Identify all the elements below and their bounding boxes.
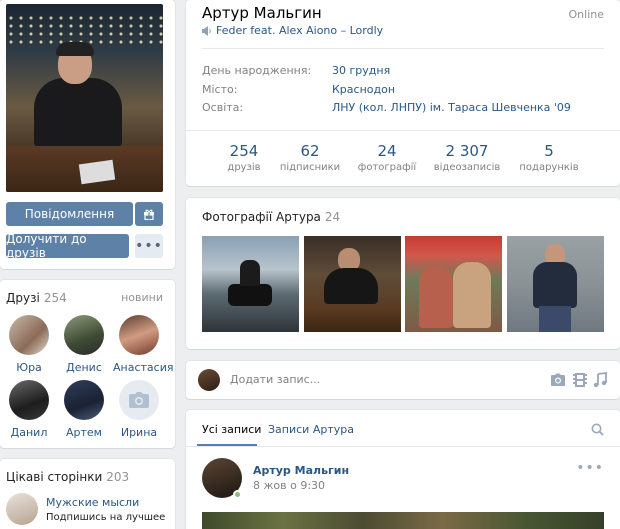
friends-count: 254 <box>43 291 67 305</box>
tab-all-posts[interactable]: Усі записи <box>202 423 261 436</box>
post-image[interactable] <box>202 512 604 529</box>
counter-label: відеозаписів <box>433 162 501 173</box>
interesting-pages-block: Цікаві сторінки 203 Мужские мысли Подпиши… <box>0 459 175 529</box>
page-avatar[interactable] <box>6 493 38 525</box>
photos-count: 24 <box>324 210 341 224</box>
counter-number: 62 <box>300 142 320 160</box>
friend-item[interactable]: Анастасия <box>113 315 174 374</box>
counter-label: підписники <box>279 162 341 173</box>
friends-news-link[interactable]: новини <box>121 291 163 304</box>
counter-label: подарунків <box>519 162 579 173</box>
music-icon[interactable] <box>592 372 608 388</box>
photo-figure-shirt <box>533 262 577 308</box>
counter-gifts[interactable]: 5 подарунків <box>509 142 589 173</box>
counter-label: фотографії <box>357 162 417 173</box>
photo-lights <box>6 14 163 44</box>
gift-icon <box>144 209 154 220</box>
post-composer: Додати запис... <box>186 361 620 399</box>
info-label: Місто: <box>202 83 238 96</box>
post-date[interactable]: 8 жов о 9:30 <box>253 479 325 492</box>
divider <box>186 130 620 131</box>
counter-videos[interactable]: 2 307 відеозаписів <box>427 142 507 173</box>
divider <box>202 48 604 49</box>
new-post-input[interactable]: Додати запис... <box>230 373 320 386</box>
tab-own-posts[interactable]: Записи Артура <box>268 423 354 436</box>
friends-header[interactable]: Друзі 254 <box>6 291 67 305</box>
photo-car <box>228 284 272 306</box>
divider <box>186 446 620 447</box>
info-value[interactable]: 30 грудня <box>332 64 390 77</box>
friend-avatar <box>9 380 49 420</box>
friend-item[interactable]: Денис <box>58 315 110 374</box>
photo-figure-body <box>324 268 378 304</box>
info-label: День народження: <box>202 64 312 77</box>
friend-item[interactable]: Артем <box>58 380 110 439</box>
info-value[interactable]: Краснодон <box>332 83 395 96</box>
photo-thumbnail[interactable] <box>405 236 502 332</box>
friend-item[interactable]: Данил <box>3 380 55 439</box>
photo-thumbnail[interactable] <box>507 236 604 332</box>
friend-name: Данил <box>10 426 48 439</box>
photos-header[interactable]: Фотографії Артура 24 <box>202 210 340 224</box>
camera-icon <box>129 392 149 408</box>
online-indicator <box>233 490 242 499</box>
counter-number: 2 307 <box>445 142 489 160</box>
camera-icon[interactable] <box>550 372 566 388</box>
photo-figure-jeans <box>539 306 571 332</box>
page-subtitle: Подпишись на лучшее <box>46 512 166 523</box>
more-actions-button[interactable]: ••• <box>135 234 163 258</box>
photo-figure-man <box>453 262 491 328</box>
photo-figure <box>240 260 260 286</box>
page-title-link[interactable]: Мужские мысли <box>46 496 139 509</box>
send-message-button[interactable]: Повідомлення <box>6 202 133 226</box>
friend-name: Анастасия <box>113 361 174 374</box>
counter-followers[interactable]: 62 підписники <box>270 142 350 173</box>
counter-number: 5 <box>544 142 554 160</box>
photo-figure-woman <box>419 266 453 328</box>
friend-name: Денис <box>66 361 102 374</box>
friend-avatar <box>9 315 49 355</box>
friend-item[interactable]: Юра <box>3 315 55 374</box>
photo-thumbnail[interactable] <box>304 236 401 332</box>
profile-name: Артур Мальгин <box>202 4 322 22</box>
photo-figure-body <box>34 78 122 148</box>
photo-thumbnail[interactable] <box>202 236 299 332</box>
friend-name: Артем <box>66 426 102 439</box>
friends-title: Друзі <box>6 291 40 305</box>
gift-button[interactable] <box>135 202 163 226</box>
interesting-pages-title: Цікаві сторінки <box>6 470 103 484</box>
friend-avatar <box>119 315 159 355</box>
friends-block: Друзі 254 новини Юра Денис Анастасия Дани… <box>0 280 175 448</box>
friend-name: Ирина <box>120 426 158 439</box>
profile-photo[interactable] <box>6 4 163 192</box>
profile-status[interactable]: Feder feat. Alex Aiono – Lordly <box>202 24 383 37</box>
interesting-pages-header[interactable]: Цікаві сторінки 203 <box>6 470 129 484</box>
profile-info-card: Артур Мальгин Online Feder feat. Alex Ai… <box>186 0 620 186</box>
post-author-name[interactable]: Артур Мальгин <box>253 464 349 477</box>
speaker-icon <box>202 25 211 36</box>
photos-title: Фотографії Артура <box>202 210 321 224</box>
friend-avatar <box>64 315 104 355</box>
search-icon[interactable] <box>591 423 604 436</box>
add-friend-button[interactable]: Долучити до друзів <box>6 232 129 260</box>
photos-block: Фотографії Артура 24 <box>186 198 620 349</box>
video-icon[interactable] <box>572 372 588 388</box>
info-value[interactable]: ЛНУ (кол. ЛНПУ) ім. Тараса Шевченка '09 <box>332 101 571 114</box>
status-text: Feder feat. Alex Aiono – Lordly <box>216 24 384 37</box>
online-status: Online <box>568 8 604 21</box>
info-label: Освіта: <box>202 101 244 114</box>
counter-photos[interactable]: 24 фотографії <box>347 142 427 173</box>
post-more-icon[interactable]: ••• <box>576 460 604 476</box>
friend-avatar <box>119 380 159 420</box>
counter-number: 24 <box>377 142 397 160</box>
photo-figure-cap <box>56 42 94 56</box>
wall-block: Усі записи Записи Артура Артур Мальгин 8… <box>186 410 620 529</box>
friend-avatar <box>64 380 104 420</box>
composer-avatar <box>198 369 220 391</box>
interesting-pages-count: 203 <box>106 470 130 484</box>
friend-name: Юра <box>16 361 42 374</box>
friend-item[interactable]: Ирина <box>113 380 165 439</box>
avatar-card: Повідомлення Долучити до друзів ••• <box>0 0 175 269</box>
